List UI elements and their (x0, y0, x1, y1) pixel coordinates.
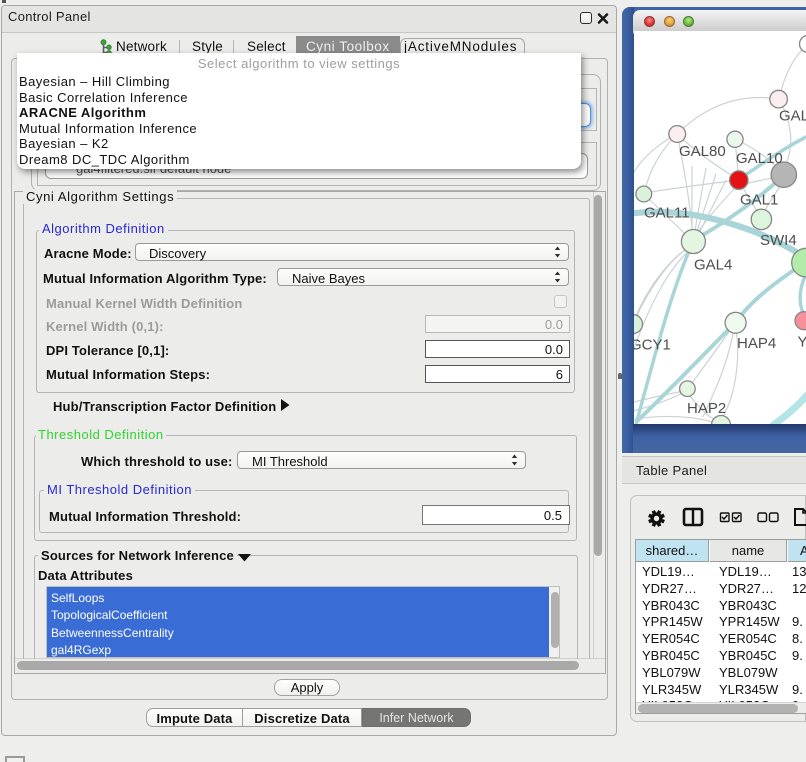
svg-text:HAP4: HAP4 (737, 335, 776, 352)
svg-text:GAL: GAL (779, 108, 806, 125)
svg-text:GAL4: GAL4 (694, 257, 732, 274)
svg-text:GAL80: GAL80 (679, 143, 726, 160)
svg-text:SWI4: SWI4 (760, 232, 797, 249)
svg-text:Y: Y (798, 334, 806, 351)
svg-text:GAL1: GAL1 (740, 192, 778, 209)
svg-text:GCY1: GCY1 (634, 337, 671, 354)
svg-text:GAL11: GAL11 (644, 205, 690, 222)
svg-text:GAL10: GAL10 (736, 150, 783, 167)
svg-text:HAP2: HAP2 (687, 400, 726, 417)
